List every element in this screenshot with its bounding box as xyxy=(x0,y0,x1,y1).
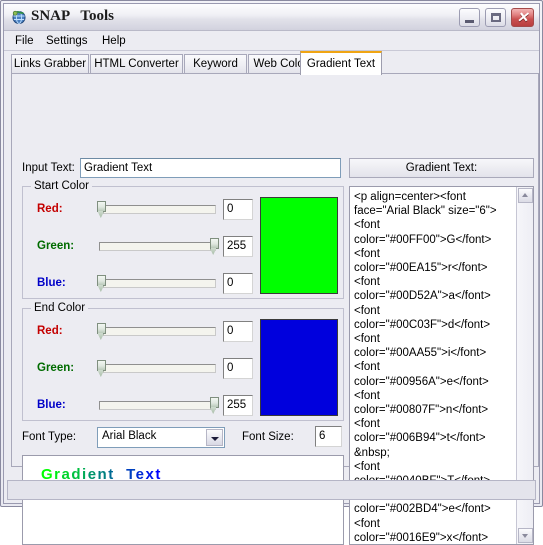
slider-thumb[interactable] xyxy=(97,275,107,286)
start-red-slider[interactable] xyxy=(97,201,216,219)
font-type-label: Font Type: xyxy=(22,431,77,443)
menu-item-help[interactable]: Help xyxy=(97,34,131,48)
end-color-group: End Color Red: 0 Green: 0 Blue: 255 xyxy=(22,302,344,421)
slider-track xyxy=(99,205,216,214)
window-inner-frame: SNAP Tools ✕ File Settings Help Links Gr… xyxy=(3,3,540,545)
start-green-label: Green: xyxy=(37,240,75,252)
start-red-value[interactable]: 0 xyxy=(223,199,253,220)
slider-track xyxy=(99,401,216,410)
maximize-icon xyxy=(490,13,501,22)
slider-thumb[interactable] xyxy=(97,323,107,334)
start-color-swatch[interactable] xyxy=(260,197,338,294)
tab-links-grabber[interactable]: Links Grabber xyxy=(11,54,89,74)
end-blue-value[interactable]: 255 xyxy=(223,395,253,416)
status-bar xyxy=(7,480,536,500)
end-color-group-title: End Color xyxy=(31,302,89,314)
tab-strip: Links Grabber HTML Converter Keyword Web… xyxy=(11,51,539,75)
chevron-down-icon[interactable] xyxy=(518,528,533,543)
title-bar: SNAP Tools ✕ xyxy=(4,4,539,31)
close-button[interactable]: ✕ xyxy=(511,8,534,27)
input-text-field[interactable]: Gradient Text xyxy=(80,158,341,178)
font-type-combo[interactable]: Arial Black xyxy=(97,427,225,448)
tab-gradient-text[interactable]: Gradient Text xyxy=(300,51,382,75)
end-red-label: Red: xyxy=(37,325,63,337)
gradient-preview-box: Gradient Text xyxy=(22,455,344,545)
menu-item-file[interactable]: File xyxy=(10,34,39,48)
tab-page-gradient-text: Input Text: Gradient Text Gradient Text:… xyxy=(11,73,539,545)
slider-track xyxy=(99,327,216,336)
app-globe-icon xyxy=(12,10,26,24)
tab-keyword[interactable]: Keyword xyxy=(184,54,247,74)
close-icon: ✕ xyxy=(516,9,529,25)
gradient-text-header-button[interactable]: Gradient Text: xyxy=(349,158,534,178)
slider-track xyxy=(99,242,216,251)
font-size-label: Font Size: xyxy=(242,431,294,443)
slider-thumb[interactable] xyxy=(209,238,219,249)
minimize-button[interactable] xyxy=(458,8,480,27)
application-window: SNAP Tools ✕ File Settings Help Links Gr… xyxy=(0,0,543,545)
maximize-button[interactable] xyxy=(484,8,506,27)
start-green-value[interactable]: 255 xyxy=(223,236,253,257)
end-green-slider[interactable] xyxy=(97,360,216,378)
font-type-value: Arial Black xyxy=(102,430,157,442)
start-red-label: Red: xyxy=(37,203,63,215)
end-green-value[interactable]: 0 xyxy=(223,358,253,379)
start-color-group-title: Start Color xyxy=(31,180,92,192)
slider-track xyxy=(99,279,216,288)
slider-thumb[interactable] xyxy=(97,360,107,371)
chevron-up-icon[interactable] xyxy=(518,188,533,203)
end-blue-label: Blue: xyxy=(37,399,66,411)
end-red-slider[interactable] xyxy=(97,323,216,341)
chevron-down-icon[interactable] xyxy=(206,429,223,446)
end-color-swatch[interactable] xyxy=(260,319,338,416)
start-green-slider[interactable] xyxy=(99,238,219,256)
start-blue-slider[interactable] xyxy=(97,275,216,293)
slider-track xyxy=(99,364,216,373)
window-controls: ✕ xyxy=(457,8,534,27)
start-blue-value[interactable]: 0 xyxy=(223,273,253,294)
slider-thumb[interactable] xyxy=(97,201,107,212)
menu-bar: File Settings Help xyxy=(4,31,539,51)
end-green-label: Green: xyxy=(37,362,75,374)
end-blue-slider[interactable] xyxy=(99,397,219,415)
tab-html-converter[interactable]: HTML Converter xyxy=(90,54,183,74)
end-red-value[interactable]: 0 xyxy=(223,321,253,342)
window-title: SNAP Tools xyxy=(31,8,114,24)
start-color-group: Start Color Red: 0 Green: 255 Blue: 0 xyxy=(22,180,344,299)
slider-thumb[interactable] xyxy=(209,397,219,408)
input-text-label: Input Text: xyxy=(22,162,75,174)
menu-item-settings[interactable]: Settings xyxy=(41,34,93,48)
font-size-value[interactable]: 6 xyxy=(315,426,342,447)
minimize-icon xyxy=(464,20,474,23)
start-blue-label: Blue: xyxy=(37,277,66,289)
